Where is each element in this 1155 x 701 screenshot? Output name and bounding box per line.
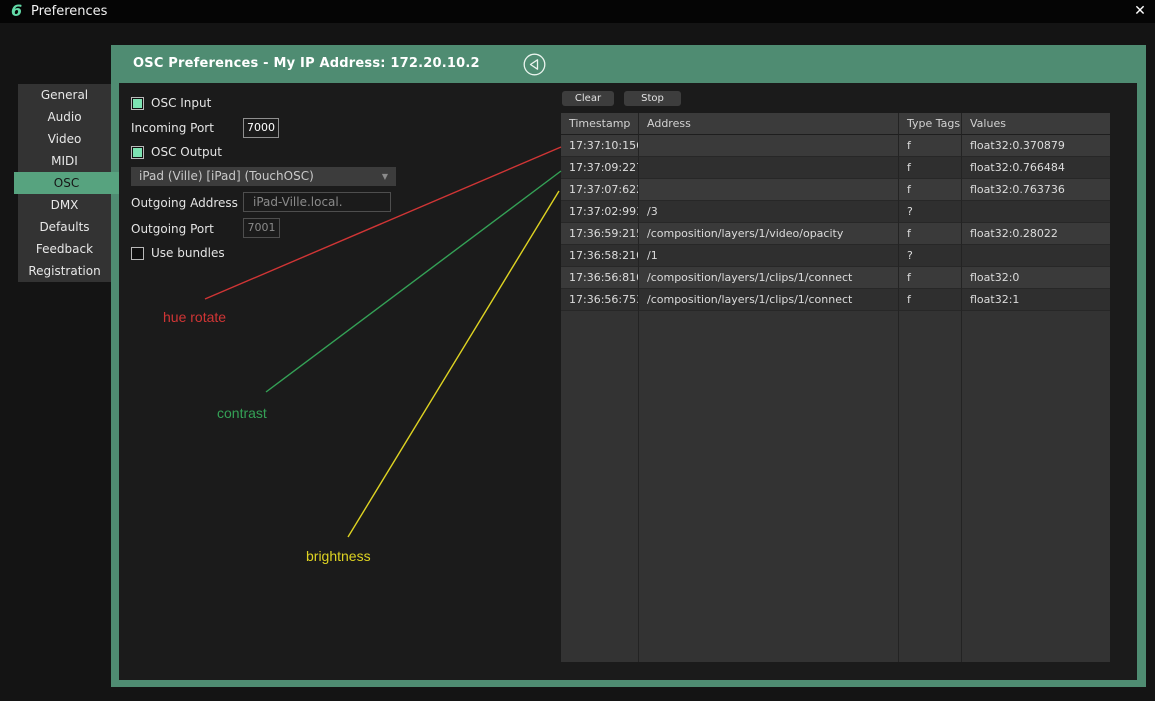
cell-type-tags: f [899, 157, 962, 179]
sidebar-item-audio[interactable]: Audio [18, 106, 111, 128]
close-icon[interactable]: ✕ [1130, 2, 1150, 21]
table-empty-area [561, 311, 1110, 662]
column-header-values[interactable]: Values [962, 113, 1110, 135]
osc-output-label: OSC Output [151, 145, 222, 159]
cell-address [639, 157, 899, 179]
cell-values [962, 201, 1110, 223]
cell-values: float32:0.763736 [962, 179, 1110, 201]
sidebar-item-video[interactable]: Video [18, 128, 111, 150]
cell-address [639, 135, 899, 157]
outgoing-port-input[interactable]: 7001 [243, 218, 280, 238]
column-header-timestamp[interactable]: Timestamp▼ [561, 113, 639, 135]
sidebar: GeneralAudioVideoMIDIOSCDMXDefaultsFeedb… [14, 84, 119, 282]
window-title: Preferences [31, 4, 107, 19]
sidebar-item-defaults[interactable]: Defaults [18, 216, 111, 238]
cell-timestamp: 17:37:09:227 [561, 157, 639, 179]
column-header-address[interactable]: Address [639, 113, 899, 135]
osc-input-checkbox[interactable] [131, 97, 144, 110]
cell-type-tags: ? [899, 201, 962, 223]
osc-input-label: OSC Input [151, 96, 211, 110]
sidebar-item-general[interactable]: General [18, 84, 111, 106]
stop-button[interactable]: Stop [624, 91, 681, 106]
column-header-type-tags[interactable]: Type Tags [899, 113, 962, 135]
osc-device-value: iPad (Ville) [iPad] (TouchOSC) [139, 169, 314, 183]
table-row[interactable]: 17:37:07:622 ffloat32:0.763736 [561, 179, 1110, 201]
incoming-port-label: Incoming Port [131, 121, 214, 135]
annotation-label-hue-rotate: hue rotate [163, 309, 226, 325]
resolume-logo-icon: 6 [11, 1, 22, 20]
sidebar-item-midi[interactable]: MIDI [18, 150, 111, 172]
sidebar-item-feedback[interactable]: Feedback [18, 238, 111, 260]
table-row[interactable]: 17:36:59:215/composition/layers/1/video/… [561, 223, 1110, 245]
cell-timestamp: 17:37:07:622 [561, 179, 639, 201]
sidebar-item-dmx[interactable]: DMX [18, 194, 111, 216]
cell-timestamp: 17:37:10:156 [561, 135, 639, 157]
outgoing-address-input[interactable]: iPad-Ville.local. [243, 192, 391, 212]
sidebar-item-osc[interactable]: OSC [14, 172, 119, 194]
cell-values: float32:0.370879 [962, 135, 1110, 157]
cell-address: /composition/layers/1/clips/1/connect [639, 289, 899, 311]
table-header: Timestamp▼ Address Type Tags Values [561, 113, 1110, 135]
sidebar-item-registration[interactable]: Registration [18, 260, 111, 282]
osc-output-checkbox[interactable] [131, 146, 144, 159]
use-bundles-label: Use bundles [151, 246, 225, 260]
log-table-body: 17:37:10:156ffloat32:0.37087917:37:09:22… [561, 135, 1110, 311]
cell-type-tags: f [899, 289, 962, 311]
clear-button[interactable]: Clear [562, 91, 614, 106]
use-bundles-checkbox[interactable] [131, 247, 144, 260]
screen: 6 Preferences ✕ OSC Preferences - My IP … [0, 0, 1155, 701]
cell-values: float32:0.766484 [962, 157, 1110, 179]
cell-values: float32:0.28022 [962, 223, 1110, 245]
outgoing-port-label: Outgoing Port [131, 222, 214, 236]
cell-type-tags: ? [899, 245, 962, 267]
cell-timestamp: 17:36:56:810 [561, 267, 639, 289]
cell-address: /1 [639, 245, 899, 267]
cell-timestamp: 17:37:02:993 [561, 201, 639, 223]
window-titlebar: 6 Preferences ✕ [0, 0, 1155, 23]
table-row[interactable]: 17:36:58:210/1? [561, 245, 1110, 267]
cell-timestamp: 17:36:58:210 [561, 245, 639, 267]
cell-values: float32:1 [962, 289, 1110, 311]
osc-log-table: Timestamp▼ Address Type Tags Values 17:3… [561, 113, 1110, 662]
osc-device-dropdown[interactable]: iPad (Ville) [iPad] (TouchOSC) ▼ [131, 167, 396, 186]
cell-address [639, 179, 899, 201]
cell-type-tags: f [899, 223, 962, 245]
table-row[interactable]: 17:36:56:753/composition/layers/1/clips/… [561, 289, 1110, 311]
cell-timestamp: 17:36:56:753 [561, 289, 639, 311]
cell-address: /composition/layers/1/clips/1/connect [639, 267, 899, 289]
cell-values [962, 245, 1110, 267]
cell-type-tags: f [899, 135, 962, 157]
dialog-title: OSC Preferences - My IP Address: 172.20.… [133, 45, 480, 83]
table-row[interactable]: 17:37:02:993/3? [561, 201, 1110, 223]
cell-values: float32:0 [962, 267, 1110, 289]
cell-type-tags: f [899, 179, 962, 201]
back-icon[interactable] [522, 52, 547, 77]
outgoing-address-label: Outgoing Address [131, 196, 238, 210]
annotation-label-contrast: contrast [217, 405, 267, 421]
incoming-port-input[interactable]: 7000 [243, 118, 279, 138]
cell-address: /3 [639, 201, 899, 223]
cell-address: /composition/layers/1/video/opacity [639, 223, 899, 245]
chevron-down-icon: ▼ [382, 167, 388, 186]
table-row[interactable]: 17:36:56:810/composition/layers/1/clips/… [561, 267, 1110, 289]
table-row[interactable]: 17:37:10:156 ffloat32:0.370879 [561, 135, 1110, 157]
cell-type-tags: f [899, 267, 962, 289]
cell-timestamp: 17:36:59:215 [561, 223, 639, 245]
annotation-label-brightness: brightness [306, 548, 371, 564]
table-row[interactable]: 17:37:09:227 ffloat32:0.766484 [561, 157, 1110, 179]
